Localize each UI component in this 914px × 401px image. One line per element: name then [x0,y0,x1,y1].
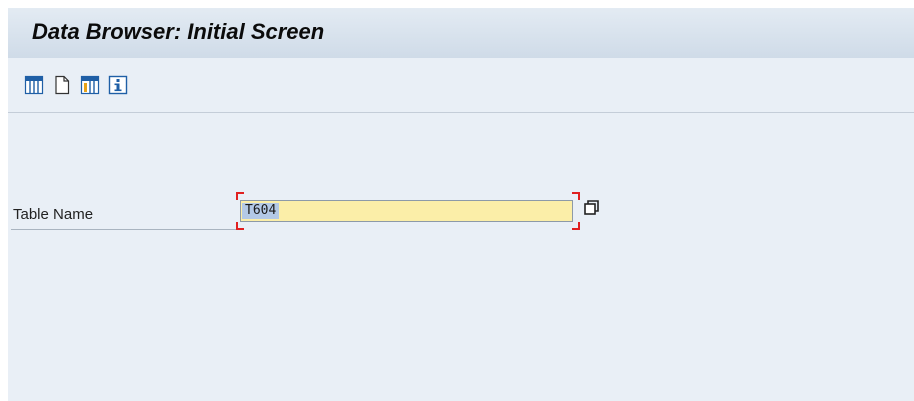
value-help-icon [584,200,599,215]
create-entries-icon [55,75,70,95]
application-toolbar [8,60,914,113]
table-name-label: Table Name [13,206,94,223]
information-icon [108,75,128,95]
table-header-icon [80,75,100,95]
required-marker-top-right [572,192,580,200]
label-underline [11,229,236,230]
screen-title: Data Browser: Initial Screen [32,19,325,44]
selection-area: Table Name T604 [8,113,914,401]
title-bar: Data Browser: Initial Screen [8,8,914,58]
required-marker-top-left [236,192,244,200]
information-button[interactable] [108,75,128,95]
sap-window: Data Browser: Initial Screen Table Name … [8,8,914,401]
value-help-button[interactable] [582,198,602,218]
create-entries-button[interactable] [52,75,72,95]
table-contents-icon [24,75,44,95]
table-header-button[interactable] [80,75,100,95]
required-marker-bottom-right [572,222,580,230]
required-marker-bottom-left [236,222,244,230]
table-name-input[interactable] [240,200,573,222]
table-name-field-wrapper: T604 [236,192,580,230]
table-contents-button[interactable] [24,75,44,95]
